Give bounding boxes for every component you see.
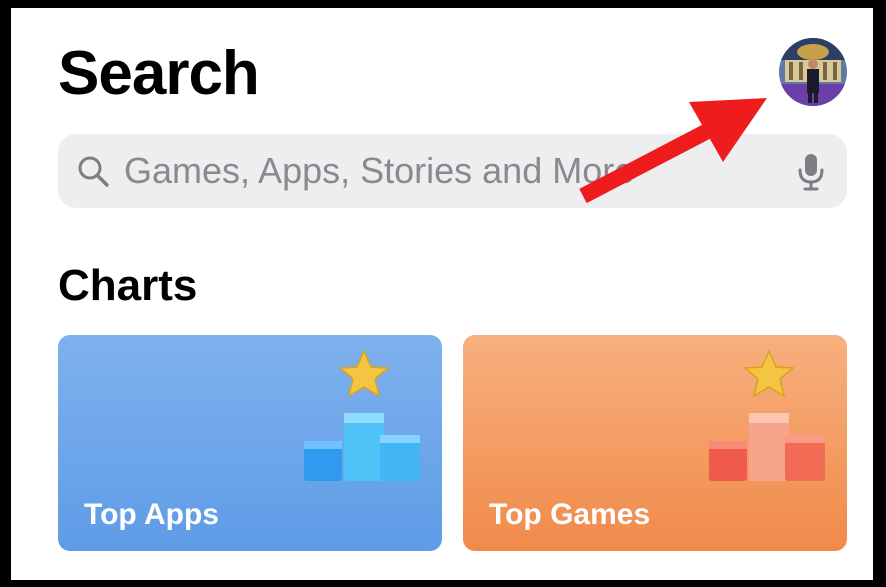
- account-avatar[interactable]: [779, 38, 847, 106]
- top-games-label: Top Games: [489, 498, 651, 531]
- image-frame: Search Games, Apps, Stories and More Cha…: [0, 0, 886, 587]
- podium-star-icon: [709, 349, 825, 481]
- microphone-icon[interactable]: [796, 152, 826, 192]
- top-apps-label: Top Apps: [84, 498, 219, 531]
- top-apps-card[interactable]: Top Apps: [58, 335, 442, 551]
- page-title: Search: [58, 39, 260, 108]
- search-bar[interactable]: [58, 134, 847, 208]
- app-store-search-screen: Search Games, Apps, Stories and More Cha…: [11, 8, 873, 580]
- search-input[interactable]: [124, 134, 784, 208]
- avatar-photo: [779, 38, 847, 106]
- podium-star-icon: [304, 349, 420, 481]
- section-title-charts: Charts: [58, 261, 198, 310]
- search-icon: [78, 156, 109, 187]
- top-games-card[interactable]: Top Games: [463, 335, 847, 551]
